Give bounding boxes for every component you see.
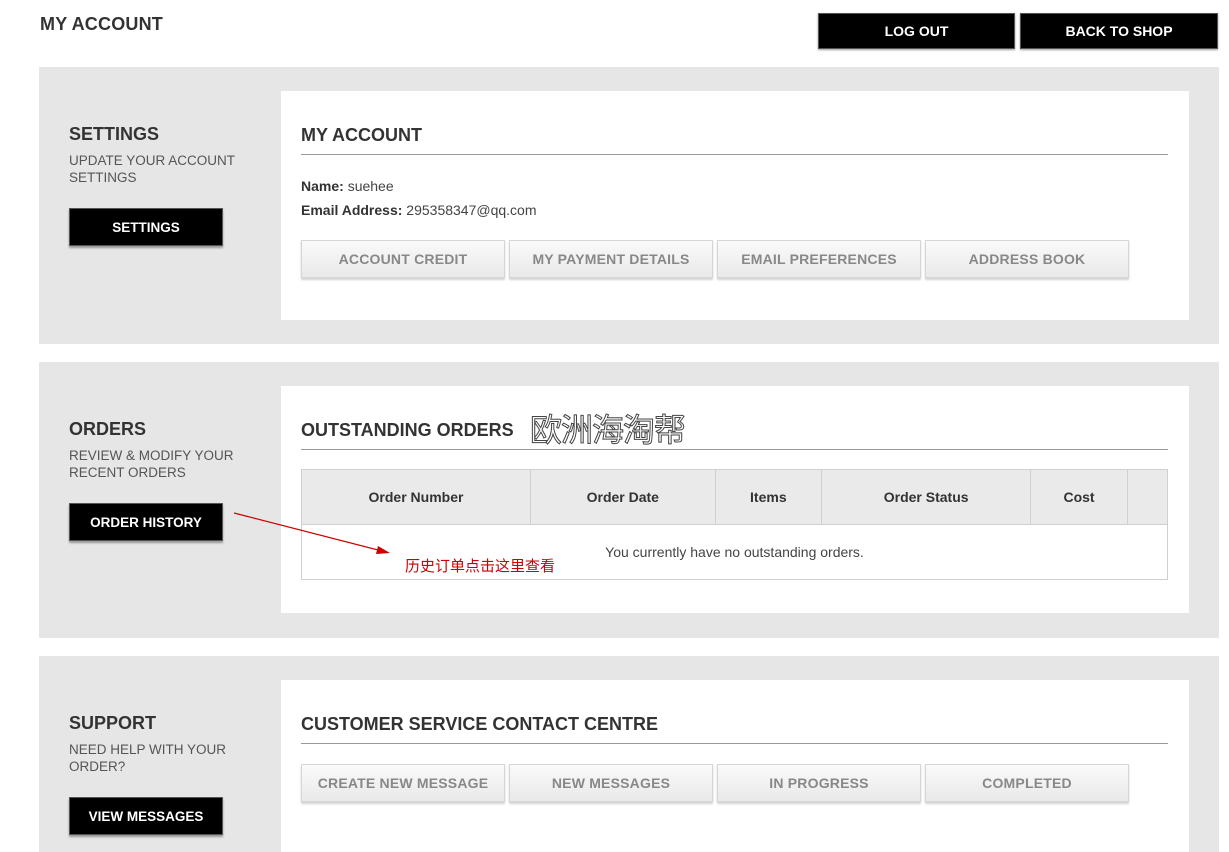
arrow-head [376, 546, 390, 554]
annotation-arrow [233, 512, 390, 554]
annotation-note: 历史订单点击这里查看 [405, 557, 556, 575]
arrow-line [233, 512, 383, 552]
